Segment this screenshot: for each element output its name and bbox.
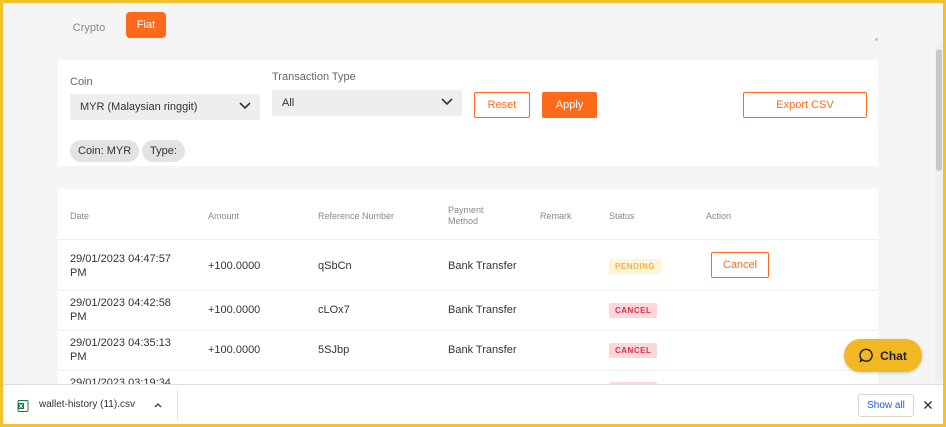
row-payment-method: Bank Transfer xyxy=(448,304,517,316)
chat-button[interactable]: Chat xyxy=(844,339,922,372)
column-header-payment-line2: Method xyxy=(448,216,479,226)
column-header-action: Action xyxy=(706,211,732,221)
transaction-type-select-value: All xyxy=(282,97,295,109)
table-row: 29/01/2023 04:35:13 PM +100.0000 5SJbp B… xyxy=(58,330,878,370)
chevron-down-icon xyxy=(441,98,453,106)
row-date-line2: PM xyxy=(70,267,87,279)
transaction-type-label: Transaction Type xyxy=(272,71,356,83)
status-badge-cancel: CANCEL xyxy=(609,303,658,318)
coin-label: Coin xyxy=(70,76,93,88)
download-bar: wallet-history (11).csv Show all xyxy=(3,384,943,424)
filter-chip-type: Type: xyxy=(142,140,185,162)
row-date: 29/01/2023 04:42:58 PM xyxy=(70,296,171,324)
transactions-table: Date Amount Reference Number Payment Met… xyxy=(58,189,878,389)
export-csv-button[interactable]: Export CSV xyxy=(743,92,867,118)
row-payment-method: Bank Transfer xyxy=(448,344,517,356)
row-date: 29/01/2023 04:35:13 PM xyxy=(70,336,171,364)
filter-chip-coin: Coin: MYR xyxy=(70,140,140,162)
excel-file-icon xyxy=(17,400,29,412)
app-window: Crypto Fiat Coin MYR (Malaysian ringgit)… xyxy=(3,3,943,424)
coin-select-value: MYR (Malaysian ringgit) xyxy=(80,101,198,113)
status-badge-pending: PENDING xyxy=(609,259,661,274)
row-date-line1: 29/01/2023 04:42:58 xyxy=(70,297,171,309)
row-reference: qSbCn xyxy=(318,260,352,272)
row-date-line1: 29/01/2023 04:47:57 xyxy=(70,253,171,265)
coin-select[interactable]: MYR (Malaysian ringgit) xyxy=(70,94,260,120)
row-date: 29/01/2023 04:47:57 PM xyxy=(70,252,171,280)
apply-button[interactable]: Apply xyxy=(542,92,597,118)
row-amount: +100.0000 xyxy=(208,304,261,316)
column-header-amount: Amount xyxy=(208,211,240,221)
row-reference: cLOx7 xyxy=(318,304,350,316)
page-scrollbar-thumb[interactable] xyxy=(936,49,942,171)
show-all-button[interactable]: Show all xyxy=(858,394,914,417)
table-row: 29/01/2023 04:42:58 PM +100.0000 cLOx7 B… xyxy=(58,290,878,330)
download-file-name[interactable]: wallet-history (11).csv xyxy=(39,399,135,410)
chevron-down-icon xyxy=(239,102,251,110)
column-header-reference: Reference Number xyxy=(318,211,395,221)
row-date-line2: PM xyxy=(70,311,87,323)
column-header-payment-line1: Payment xyxy=(448,205,484,215)
decorative-dot xyxy=(875,38,878,41)
tab-fiat[interactable]: Fiat xyxy=(126,12,166,38)
transaction-type-select[interactable]: All xyxy=(272,90,462,116)
row-payment-method: Bank Transfer xyxy=(448,260,517,272)
chat-bubble-icon xyxy=(859,348,873,363)
row-date-line2: PM xyxy=(70,351,87,363)
row-date-line1: 29/01/2023 04:35:13 xyxy=(70,337,171,349)
reset-button[interactable]: Reset xyxy=(474,92,530,118)
column-header-payment-method: Payment Method xyxy=(448,205,484,227)
row-amount: +100.0000 xyxy=(208,260,261,272)
filter-panel: Coin MYR (Malaysian ringgit) Transaction… xyxy=(58,60,878,166)
divider xyxy=(177,391,178,419)
close-icon[interactable] xyxy=(923,400,933,410)
column-header-date: Date xyxy=(70,211,90,221)
column-header-status: Status xyxy=(609,211,635,221)
table-row: 29/01/2023 04:47:57 PM +100.0000 qSbCn B… xyxy=(58,239,878,290)
tab-crypto[interactable]: Crypto xyxy=(61,15,117,41)
cancel-transaction-button[interactable]: Cancel xyxy=(711,252,769,278)
status-badge-cancel: CANCEL xyxy=(609,343,658,358)
row-reference: 5SJbp xyxy=(318,344,350,356)
column-header-remark: Remark xyxy=(540,211,572,221)
chat-label: Chat xyxy=(880,348,907,363)
chevron-up-icon[interactable] xyxy=(154,402,162,408)
row-amount: +100.0000 xyxy=(208,344,261,356)
